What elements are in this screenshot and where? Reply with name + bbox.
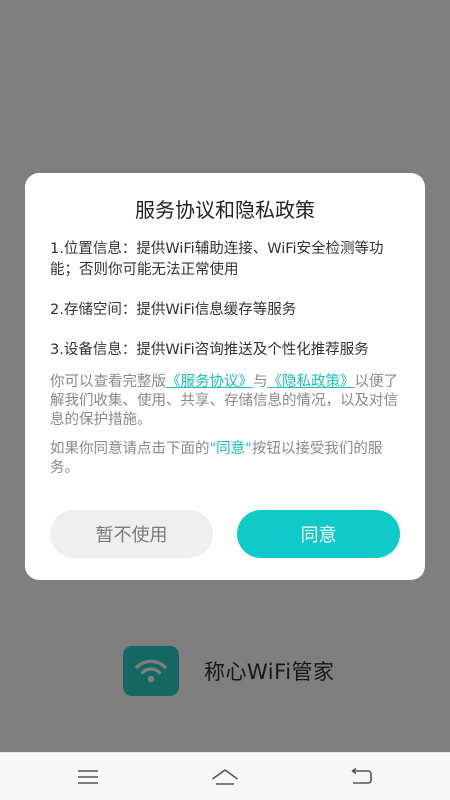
- consent-notice: 如果你同意请点击下面的"同意"按钮以接受我们的服务。: [50, 440, 400, 478]
- consent-prefix: 如果你同意请点击下面的: [50, 441, 210, 457]
- agree-button[interactable]: 同意: [237, 510, 400, 558]
- nav-back-button[interactable]: [347, 765, 375, 789]
- clause-storage: 2.存储空间：提供WiFi信息缓存等服务: [50, 302, 297, 318]
- decline-button[interactable]: 暂不使用: [50, 510, 213, 558]
- consent-highlight: "同意": [209, 441, 252, 457]
- clause-device: 3.设备信息：提供WiFi咨询推送及个性化推荐服务: [50, 342, 369, 358]
- menu-icon: [78, 770, 98, 784]
- policy-notice: 你可以查看完整版《服务协议》与《隐私政策》以便了解我们收集、使用、共享、存储信息…: [50, 373, 400, 430]
- privacy-policy-link[interactable]: 《隐私政策》: [268, 374, 355, 390]
- clause-location: 1.位置信息：提供WiFi辅助连接、WiFi安全检测等功能；否则你可能无法正常使…: [50, 241, 384, 278]
- notice-and: 与: [253, 374, 268, 390]
- service-agreement-link[interactable]: 《服务协议》: [166, 374, 253, 390]
- nav-menu-button[interactable]: [74, 765, 102, 789]
- dialog-title: 服务协议和隐私政策: [135, 198, 315, 222]
- privacy-dialog: 服务协议和隐私政策 1.位置信息：提供WiFi辅助连接、WiFi安全检测等功能；…: [25, 173, 425, 580]
- home-icon: [212, 769, 238, 785]
- back-icon: [351, 768, 372, 784]
- notice-prefix: 你可以查看完整版: [50, 374, 166, 390]
- nav-home-button[interactable]: [211, 765, 239, 789]
- dialog-buttons: 暂不使用 同意: [50, 510, 400, 558]
- system-nav-bar: [0, 752, 450, 800]
